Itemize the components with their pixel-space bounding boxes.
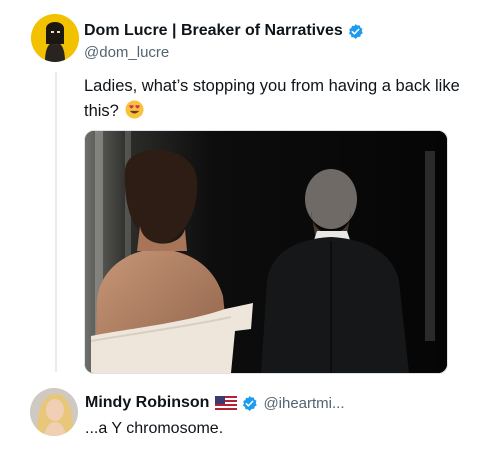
thread-connector-line (55, 72, 57, 372)
reply-text: ...a Y chromosome. (85, 420, 224, 437)
reply-author-avatar[interactable] (30, 388, 78, 436)
author-handle[interactable]: @dom_lucre (84, 44, 169, 61)
main-tweet[interactable]: Dom Lucre | Breaker of Narratives @dom_l… (0, 0, 500, 380)
avatar-portrait-icon (30, 388, 78, 436)
verified-badge-icon (241, 395, 258, 412)
author-handle-row: @dom_lucre (84, 44, 169, 61)
avatar-portrait-icon (31, 14, 79, 62)
author-avatar[interactable] (31, 14, 79, 62)
reply-author-handle[interactable]: @iheartmi... (263, 395, 344, 412)
verified-badge-icon (347, 23, 364, 40)
tweet-photo[interactable] (84, 130, 448, 374)
photo-image (85, 131, 447, 373)
us-flag-icon (215, 396, 238, 410)
tweet-text: Ladies, what’s stopping you from having … (84, 74, 464, 124)
author-name[interactable]: Dom Lucre | Breaker of Narratives (84, 22, 343, 40)
heart-eyes-emoji-icon (125, 100, 144, 119)
author-name-row: Dom Lucre | Breaker of Narratives (84, 22, 364, 40)
reply-author-row: Mindy Robinson @iheartmi... (85, 394, 345, 412)
reply-author-name[interactable]: Mindy Robinson (85, 394, 209, 412)
